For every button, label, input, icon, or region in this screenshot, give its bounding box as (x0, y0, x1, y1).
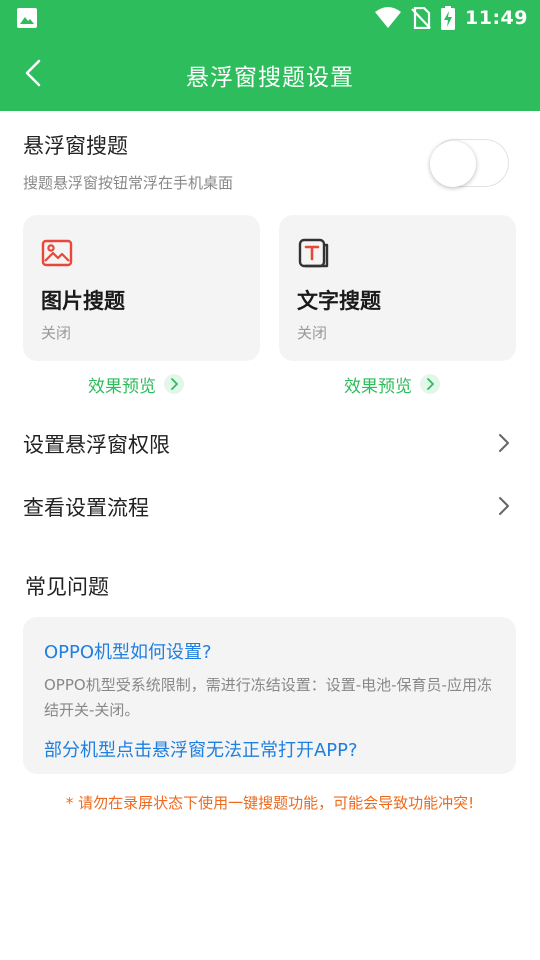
chevron-right-icon (164, 374, 184, 394)
preview-label: 效果预览 (344, 376, 412, 397)
faq-heading: 常见问题 (25, 575, 109, 599)
recording-warning: * 请勿在录屏状态下使用一键搜题功能，可能会导致功能冲突! (65, 794, 475, 812)
status-icons: 11:49 (375, 5, 528, 31)
card-title: 文字搜题 (297, 289, 381, 313)
image-search-preview-link[interactable]: 效果预览 (88, 370, 184, 398)
faq-question-oppo[interactable]: OPPO机型如何设置? (44, 638, 212, 664)
image-search-card[interactable]: 图片搜题 关闭 (23, 215, 260, 361)
chevron-right-icon (420, 374, 440, 394)
chevron-right-icon (499, 497, 509, 515)
image-icon (17, 8, 37, 28)
chevron-right-icon (499, 434, 509, 452)
setup-process-item[interactable]: 查看设置流程 (23, 476, 517, 536)
toggle-knob (430, 141, 476, 187)
faq-answer-oppo: OPPO机型受系统限制，需进行冻结设置：设置-电池-保育员-应用冻结开关-关闭。 (44, 676, 492, 719)
floating-search-toggle[interactable] (430, 139, 509, 187)
no-sim-icon (411, 7, 431, 29)
faq-question-open-app[interactable]: 部分机型点击悬浮窗无法正常打开APP? (44, 736, 358, 762)
card-status: 关闭 (41, 324, 72, 342)
wifi-icon (375, 7, 402, 28)
text-search-icon (298, 238, 329, 268)
preview-label: 效果预览 (88, 376, 156, 397)
card-status: 关闭 (297, 324, 328, 342)
floating-search-title: 悬浮窗搜题 (23, 134, 128, 158)
faq-box: OPPO机型如何设置? OPPO机型受系统限制，需进行冻结设置：设置-电池-保育… (23, 617, 516, 774)
status-time: 11:49 (465, 7, 528, 29)
image-search-icon (41, 239, 73, 267)
list-item-label: 设置悬浮窗权限 (23, 433, 170, 457)
text-search-preview-link[interactable]: 效果预览 (344, 370, 440, 398)
status-bar: 11:49 (0, 0, 540, 36)
page-title: 悬浮窗搜题设置 (186, 65, 354, 91)
battery-charging-icon (441, 6, 456, 30)
floating-search-subtitle: 搜题悬浮窗按钮常浮在手机桌面 (23, 174, 234, 192)
floating-permission-item[interactable]: 设置悬浮窗权限 (23, 413, 517, 473)
text-search-card[interactable]: 文字搜题 关闭 (279, 215, 516, 361)
card-title: 图片搜题 (41, 289, 125, 313)
list-item-label: 查看设置流程 (23, 496, 149, 520)
floating-search-setting: 悬浮窗搜题 搜题悬浮窗按钮常浮在手机桌面 (23, 130, 517, 200)
app-bar: 悬浮窗搜题设置 (0, 36, 540, 111)
